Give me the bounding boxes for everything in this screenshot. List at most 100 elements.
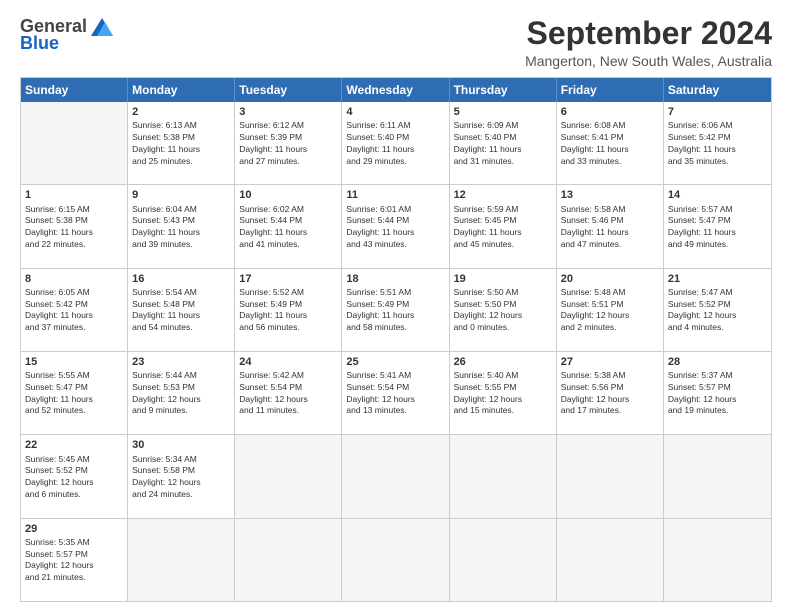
calendar-cell: 14Sunrise: 5:57 AM Sunset: 5:47 PM Dayli… xyxy=(664,185,771,267)
cell-info: Sunrise: 5:51 AM Sunset: 5:49 PM Dayligh… xyxy=(346,287,414,332)
cell-info: Sunrise: 5:50 AM Sunset: 5:50 PM Dayligh… xyxy=(454,287,523,332)
calendar-cell: 17Sunrise: 5:52 AM Sunset: 5:49 PM Dayli… xyxy=(235,269,342,351)
cell-info: Sunrise: 5:58 AM Sunset: 5:46 PM Dayligh… xyxy=(561,204,629,249)
calendar-cell: 13 Sunrise: 5:58 AM Sunset: 5:46 PM Dayli… xyxy=(557,185,664,267)
calendar-row-1: 2Sunrise: 6:13 AM Sunset: 5:38 PM Daylig… xyxy=(21,102,771,184)
calendar-row-3: 8Sunrise: 6:05 AM Sunset: 5:42 PM Daylig… xyxy=(21,268,771,351)
cell-info: Sunrise: 5:44 AM Sunset: 5:53 PM Dayligh… xyxy=(132,370,201,415)
calendar-row-2: 1 Sunrise: 6:15 AM Sunset: 5:38 PM Daylig… xyxy=(21,184,771,267)
day-number: 20 xyxy=(561,272,659,286)
calendar-cell: 28Sunrise: 5:37 AM Sunset: 5:57 PM Dayli… xyxy=(664,352,771,434)
calendar-cell: 7Sunrise: 6:06 AM Sunset: 5:42 PM Daylig… xyxy=(664,102,771,184)
cell-info: Sunrise: 6:13 AM Sunset: 5:38 PM Dayligh… xyxy=(132,120,200,165)
cell-info: Sunrise: 5:47 AM Sunset: 5:52 PM Dayligh… xyxy=(668,287,737,332)
cell-info: Sunrise: 5:45 AM Sunset: 5:52 PM Dayligh… xyxy=(25,454,94,499)
calendar-cell: 25Sunrise: 5:41 AM Sunset: 5:54 PM Dayli… xyxy=(342,352,449,434)
day-number: 29 xyxy=(25,522,123,536)
day-number: 13 xyxy=(561,188,659,202)
day-number: 1 xyxy=(25,188,123,202)
day-number: 24 xyxy=(239,355,337,369)
day-number: 17 xyxy=(239,272,337,286)
header-friday: Friday xyxy=(557,78,664,102)
cell-info: Sunrise: 5:59 AM Sunset: 5:45 PM Dayligh… xyxy=(454,204,522,249)
calendar-cell: 1 Sunrise: 6:15 AM Sunset: 5:38 PM Daylig… xyxy=(21,185,128,267)
day-number: 12 xyxy=(454,188,552,202)
calendar-cell: 6Sunrise: 6:08 AM Sunset: 5:41 PM Daylig… xyxy=(557,102,664,184)
day-number: 8 xyxy=(25,272,123,286)
page: General Blue September 2024 Mangerton, N… xyxy=(0,0,792,612)
cell-info: Sunrise: 5:42 AM Sunset: 5:54 PM Dayligh… xyxy=(239,370,308,415)
day-number: 5 xyxy=(454,105,552,119)
title-block: September 2024 Mangerton, New South Wale… xyxy=(525,16,772,69)
calendar-body: 2Sunrise: 6:13 AM Sunset: 5:38 PM Daylig… xyxy=(21,102,771,601)
calendar-header: Sunday Monday Tuesday Wednesday Thursday… xyxy=(21,78,771,102)
calendar-cell: 18Sunrise: 5:51 AM Sunset: 5:49 PM Dayli… xyxy=(342,269,449,351)
month-title: September 2024 xyxy=(525,16,772,51)
calendar-cell: 24Sunrise: 5:42 AM Sunset: 5:54 PM Dayli… xyxy=(235,352,342,434)
logo: General Blue xyxy=(20,16,113,54)
calendar-row-4: 15Sunrise: 5:55 AM Sunset: 5:47 PM Dayli… xyxy=(21,351,771,434)
cell-info: Sunrise: 6:12 AM Sunset: 5:39 PM Dayligh… xyxy=(239,120,307,165)
calendar-cell: 9 Sunrise: 6:04 AM Sunset: 5:43 PM Daylig… xyxy=(128,185,235,267)
day-number: 28 xyxy=(668,355,767,369)
cell-info: Sunrise: 5:40 AM Sunset: 5:55 PM Dayligh… xyxy=(454,370,523,415)
calendar-cell: 19Sunrise: 5:50 AM Sunset: 5:50 PM Dayli… xyxy=(450,269,557,351)
calendar-cell: 5Sunrise: 6:09 AM Sunset: 5:40 PM Daylig… xyxy=(450,102,557,184)
day-number: 30 xyxy=(132,438,230,452)
day-number: 23 xyxy=(132,355,230,369)
day-number: 27 xyxy=(561,355,659,369)
calendar-cell: 8Sunrise: 6:05 AM Sunset: 5:42 PM Daylig… xyxy=(21,269,128,351)
calendar-cell: 12 Sunrise: 5:59 AM Sunset: 5:45 PM Dayli… xyxy=(450,185,557,267)
header-monday: Monday xyxy=(128,78,235,102)
cell-info: Sunrise: 5:55 AM Sunset: 5:47 PM Dayligh… xyxy=(25,370,93,415)
cell-info: Sunrise: 5:34 AM Sunset: 5:58 PM Dayligh… xyxy=(132,454,201,499)
day-number: 10 xyxy=(239,188,337,202)
calendar-cell: 4Sunrise: 6:11 AM Sunset: 5:40 PM Daylig… xyxy=(342,102,449,184)
calendar-row-5: 22 Sunrise: 5:45 AM Sunset: 5:52 PM Dayli… xyxy=(21,434,771,517)
header-sunday: Sunday xyxy=(21,78,128,102)
day-number: 14 xyxy=(668,188,767,202)
calendar-cell xyxy=(235,435,342,517)
calendar-cell: 3Sunrise: 6:12 AM Sunset: 5:39 PM Daylig… xyxy=(235,102,342,184)
day-number: 25 xyxy=(346,355,444,369)
calendar-cell xyxy=(557,435,664,517)
calendar-cell: 16Sunrise: 5:54 AM Sunset: 5:48 PM Dayli… xyxy=(128,269,235,351)
calendar-cell: 2Sunrise: 6:13 AM Sunset: 5:38 PM Daylig… xyxy=(128,102,235,184)
calendar: Sunday Monday Tuesday Wednesday Thursday… xyxy=(20,77,772,602)
header-thursday: Thursday xyxy=(450,78,557,102)
calendar-cell xyxy=(235,519,342,601)
logo-icon xyxy=(91,18,113,36)
day-number: 19 xyxy=(454,272,552,286)
cell-info: Sunrise: 5:41 AM Sunset: 5:54 PM Dayligh… xyxy=(346,370,415,415)
day-number: 7 xyxy=(668,105,767,119)
day-number: 18 xyxy=(346,272,444,286)
header-saturday: Saturday xyxy=(664,78,771,102)
calendar-cell: 27Sunrise: 5:38 AM Sunset: 5:56 PM Dayli… xyxy=(557,352,664,434)
calendar-cell xyxy=(21,102,128,184)
calendar-cell: 15Sunrise: 5:55 AM Sunset: 5:47 PM Dayli… xyxy=(21,352,128,434)
cell-info: Sunrise: 6:02 AM Sunset: 5:44 PM Dayligh… xyxy=(239,204,307,249)
cell-info: Sunrise: 6:01 AM Sunset: 5:44 PM Dayligh… xyxy=(346,204,414,249)
calendar-cell: 21Sunrise: 5:47 AM Sunset: 5:52 PM Dayli… xyxy=(664,269,771,351)
day-number: 4 xyxy=(346,105,444,119)
calendar-cell: 26Sunrise: 5:40 AM Sunset: 5:55 PM Dayli… xyxy=(450,352,557,434)
day-number: 16 xyxy=(132,272,230,286)
calendar-cell xyxy=(664,435,771,517)
day-number: 3 xyxy=(239,105,337,119)
logo-blue: Blue xyxy=(20,33,59,54)
cell-info: Sunrise: 6:08 AM Sunset: 5:41 PM Dayligh… xyxy=(561,120,629,165)
day-number: 9 xyxy=(132,188,230,202)
header-wednesday: Wednesday xyxy=(342,78,449,102)
calendar-cell xyxy=(450,519,557,601)
day-number: 26 xyxy=(454,355,552,369)
cell-info: Sunrise: 6:15 AM Sunset: 5:38 PM Dayligh… xyxy=(25,204,93,249)
calendar-cell xyxy=(450,435,557,517)
header: General Blue September 2024 Mangerton, N… xyxy=(20,16,772,69)
calendar-cell xyxy=(664,519,771,601)
day-number: 22 xyxy=(25,438,123,452)
cell-info: Sunrise: 6:04 AM Sunset: 5:43 PM Dayligh… xyxy=(132,204,200,249)
calendar-cell: 30 Sunrise: 5:34 AM Sunset: 5:58 PM Dayli… xyxy=(128,435,235,517)
calendar-row-6: 29Sunrise: 5:35 AM Sunset: 5:57 PM Dayli… xyxy=(21,518,771,601)
calendar-cell: 22 Sunrise: 5:45 AM Sunset: 5:52 PM Dayli… xyxy=(21,435,128,517)
cell-info: Sunrise: 5:54 AM Sunset: 5:48 PM Dayligh… xyxy=(132,287,200,332)
